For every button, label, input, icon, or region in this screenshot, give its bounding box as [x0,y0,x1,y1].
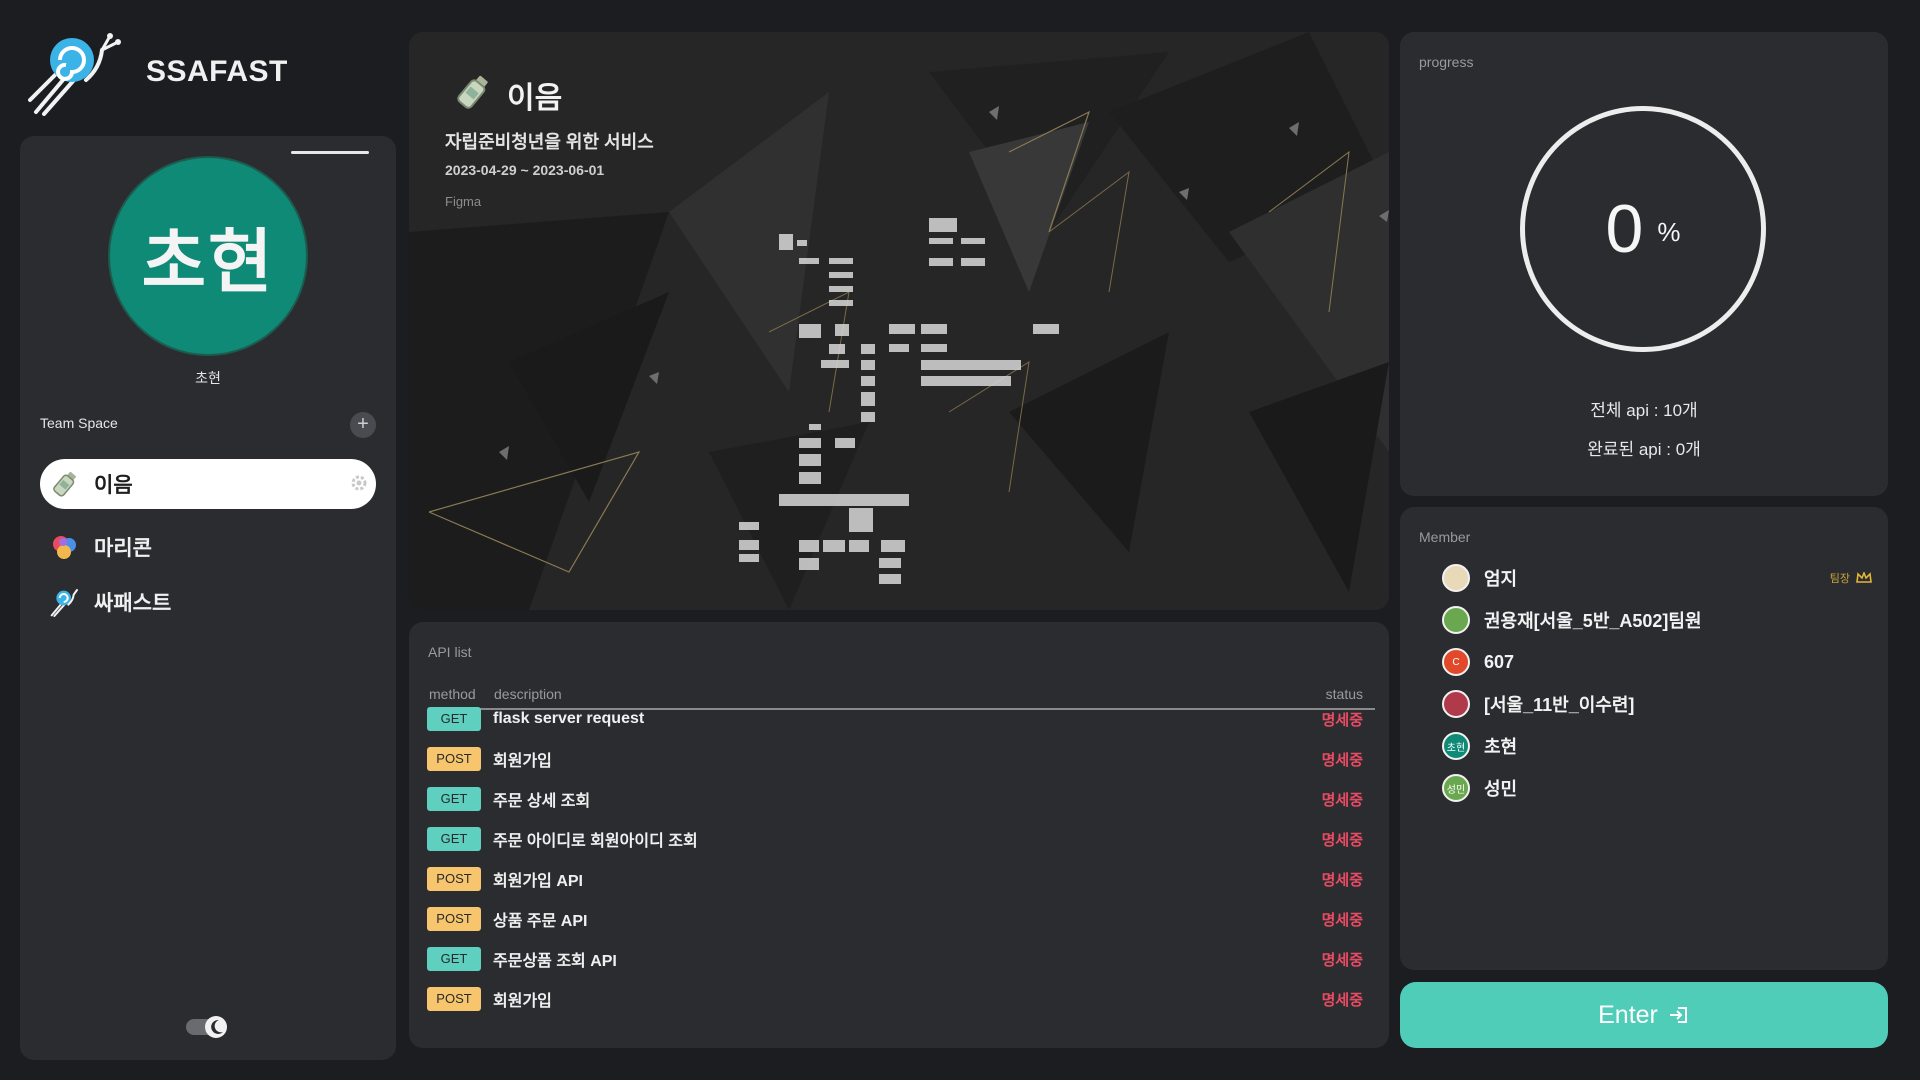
marikon-logo-icon [48,530,82,564]
column-description: description [494,686,562,702]
api-description: 주문상품 조회 API [493,953,617,970]
member-item[interactable]: 성민 성민 [1442,773,1872,803]
api-row[interactable]: GET 주문상품 조회 API 명세중 [427,946,1375,972]
avatar: C [1442,648,1470,676]
total-api-count: 전체 api : 10개 [1590,401,1698,420]
status-badge: 명세중 [1321,711,1363,729]
progress-percent: 0 [1605,191,1644,267]
leader-badge: 팀장 [1830,570,1872,586]
status-badge: 명세중 [1321,991,1363,1009]
team-name: 이음 [94,474,133,497]
member-panel: Member 엄지 팀장권용재[서울_5반_A502]팀원 C 607 [서울_11반_… [1400,507,1888,970]
api-row[interactable]: POST 상품 주문 API 명세중 [427,906,1375,932]
api-row[interactable]: POST 회원가입 API 명세중 [427,866,1375,892]
enter-button[interactable]: Enter [1400,982,1888,1048]
project-header: 이음 [453,72,562,117]
api-row[interactable]: POST 회원가입 명세중 [427,746,1375,772]
plus-icon: + [357,413,369,435]
project-hero[interactable]: 이음 자립준비청년을 위한 서비스 2023-04-29 ~ 2023-06-0… [409,32,1389,610]
api-description: 회원가입 [493,753,552,770]
team-item-ieum[interactable]: 이음 [40,459,376,509]
status-badge: 명세중 [1321,871,1363,889]
app-logo[interactable]: SSAFAST [28,28,288,116]
enter-icon [1669,1007,1687,1023]
team-name: 싸패스트 [94,592,172,615]
avatar [1442,564,1470,592]
done-api-count: 완료된 api : 0개 [1587,440,1701,459]
api-description: 회원가입 [493,993,552,1010]
member-item[interactable]: 초현 초현 [1442,731,1872,761]
tab-indicator [291,151,369,154]
progress-panel: progress 0 % 전체 api : 10개 완료된 api : 0개 [1400,32,1888,496]
project-title: 이음 [507,81,563,115]
avatar [1442,690,1470,718]
member-name: 607 [1484,651,1515,672]
method-badge: GET [427,707,481,731]
method-badge: POST [427,907,481,931]
column-method: method [429,686,476,702]
api-list-panel: API list method description status GET fl… [409,622,1389,1048]
progress-value: 0 % [1520,106,1766,352]
method-badge: GET [427,787,481,811]
column-status: status [1325,686,1363,702]
project-cover-image [409,32,1389,610]
member-item[interactable]: C 607 [1442,647,1872,677]
api-row[interactable]: POST 회원가입 명세중 [427,986,1375,1012]
sidebar: 초현 초현 Team Space + 이음 마리콘 싸패스트 [20,136,396,1060]
api-row[interactable]: GET 주문 아이디로 회원아이디 조회 명세중 [427,826,1375,852]
progress-title: progress [1419,54,1474,70]
status-badge: 명세중 [1321,831,1363,849]
member-name: [서울_11반_이수련] [1484,695,1635,715]
member-name: 초현 [1484,737,1518,757]
member-item[interactable]: [서울_11반_이수련] [1442,689,1872,719]
api-list-title: API list [428,644,472,660]
api-row[interactable]: GET 주문 상세 조회 명세중 [427,786,1375,812]
gear-icon[interactable] [350,474,368,492]
ssafast-logo-icon [48,585,82,619]
leader-label: 팀장 [1829,573,1850,585]
method-badge: GET [427,947,481,971]
team-space-label: Team Space [40,415,118,431]
status-badge: 명세중 [1321,751,1363,769]
team-item-ssafast[interactable]: 싸패스트 [40,577,376,627]
member-name: 성민 [1484,779,1518,799]
add-team-button[interactable]: + [350,412,376,438]
api-row[interactable]: GET flask server request 명세중 [427,706,1375,732]
member-name: 엄지 [1484,569,1518,589]
profile-avatar[interactable]: 초현 [108,156,308,356]
team-item-marikon[interactable]: 마리콘 [40,522,376,572]
avatar: 성민 [1442,774,1470,802]
bottle-icon [48,467,82,501]
profile-name: 초현 [195,370,221,386]
member-item[interactable]: 권용재[서울_5반_A502]팀원 [1442,605,1872,635]
status-badge: 명세중 [1321,911,1363,929]
team-name: 마리콘 [94,537,152,560]
crown-icon [1856,572,1872,583]
snail-logo-icon [28,33,121,116]
enter-label: Enter [1598,1000,1658,1029]
project-tool: Figma [445,194,482,209]
avatar: 초현 [1442,732,1470,760]
status-badge: 명세중 [1321,951,1363,969]
method-badge: POST [427,747,481,771]
member-item[interactable]: 엄지 팀장 [1442,563,1872,593]
method-badge: POST [427,987,481,1011]
avatar [1442,606,1470,634]
member-title: Member [1419,529,1471,545]
bottle-icon [453,72,493,117]
status-badge: 명세중 [1321,791,1363,809]
api-description: 상품 주문 API [493,913,588,930]
method-badge: GET [427,827,481,851]
percent-sign: % [1657,216,1681,247]
project-description: 자립준비청년을 위한 서비스 [445,132,654,152]
theme-toggle[interactable] [186,1016,230,1038]
method-badge: POST [427,867,481,891]
member-name: 권용재[서울_5반_A502]팀원 [1484,611,1702,631]
project-dates: 2023-04-29 ~ 2023-06-01 [445,162,605,178]
api-description: 주문 상세 조회 [493,793,591,810]
api-description: 회원가입 API [493,873,583,890]
api-description: flask server request [493,710,645,727]
app-name: SSAFAST [146,55,288,88]
api-description: 주문 아이디로 회원아이디 조회 [493,833,698,850]
